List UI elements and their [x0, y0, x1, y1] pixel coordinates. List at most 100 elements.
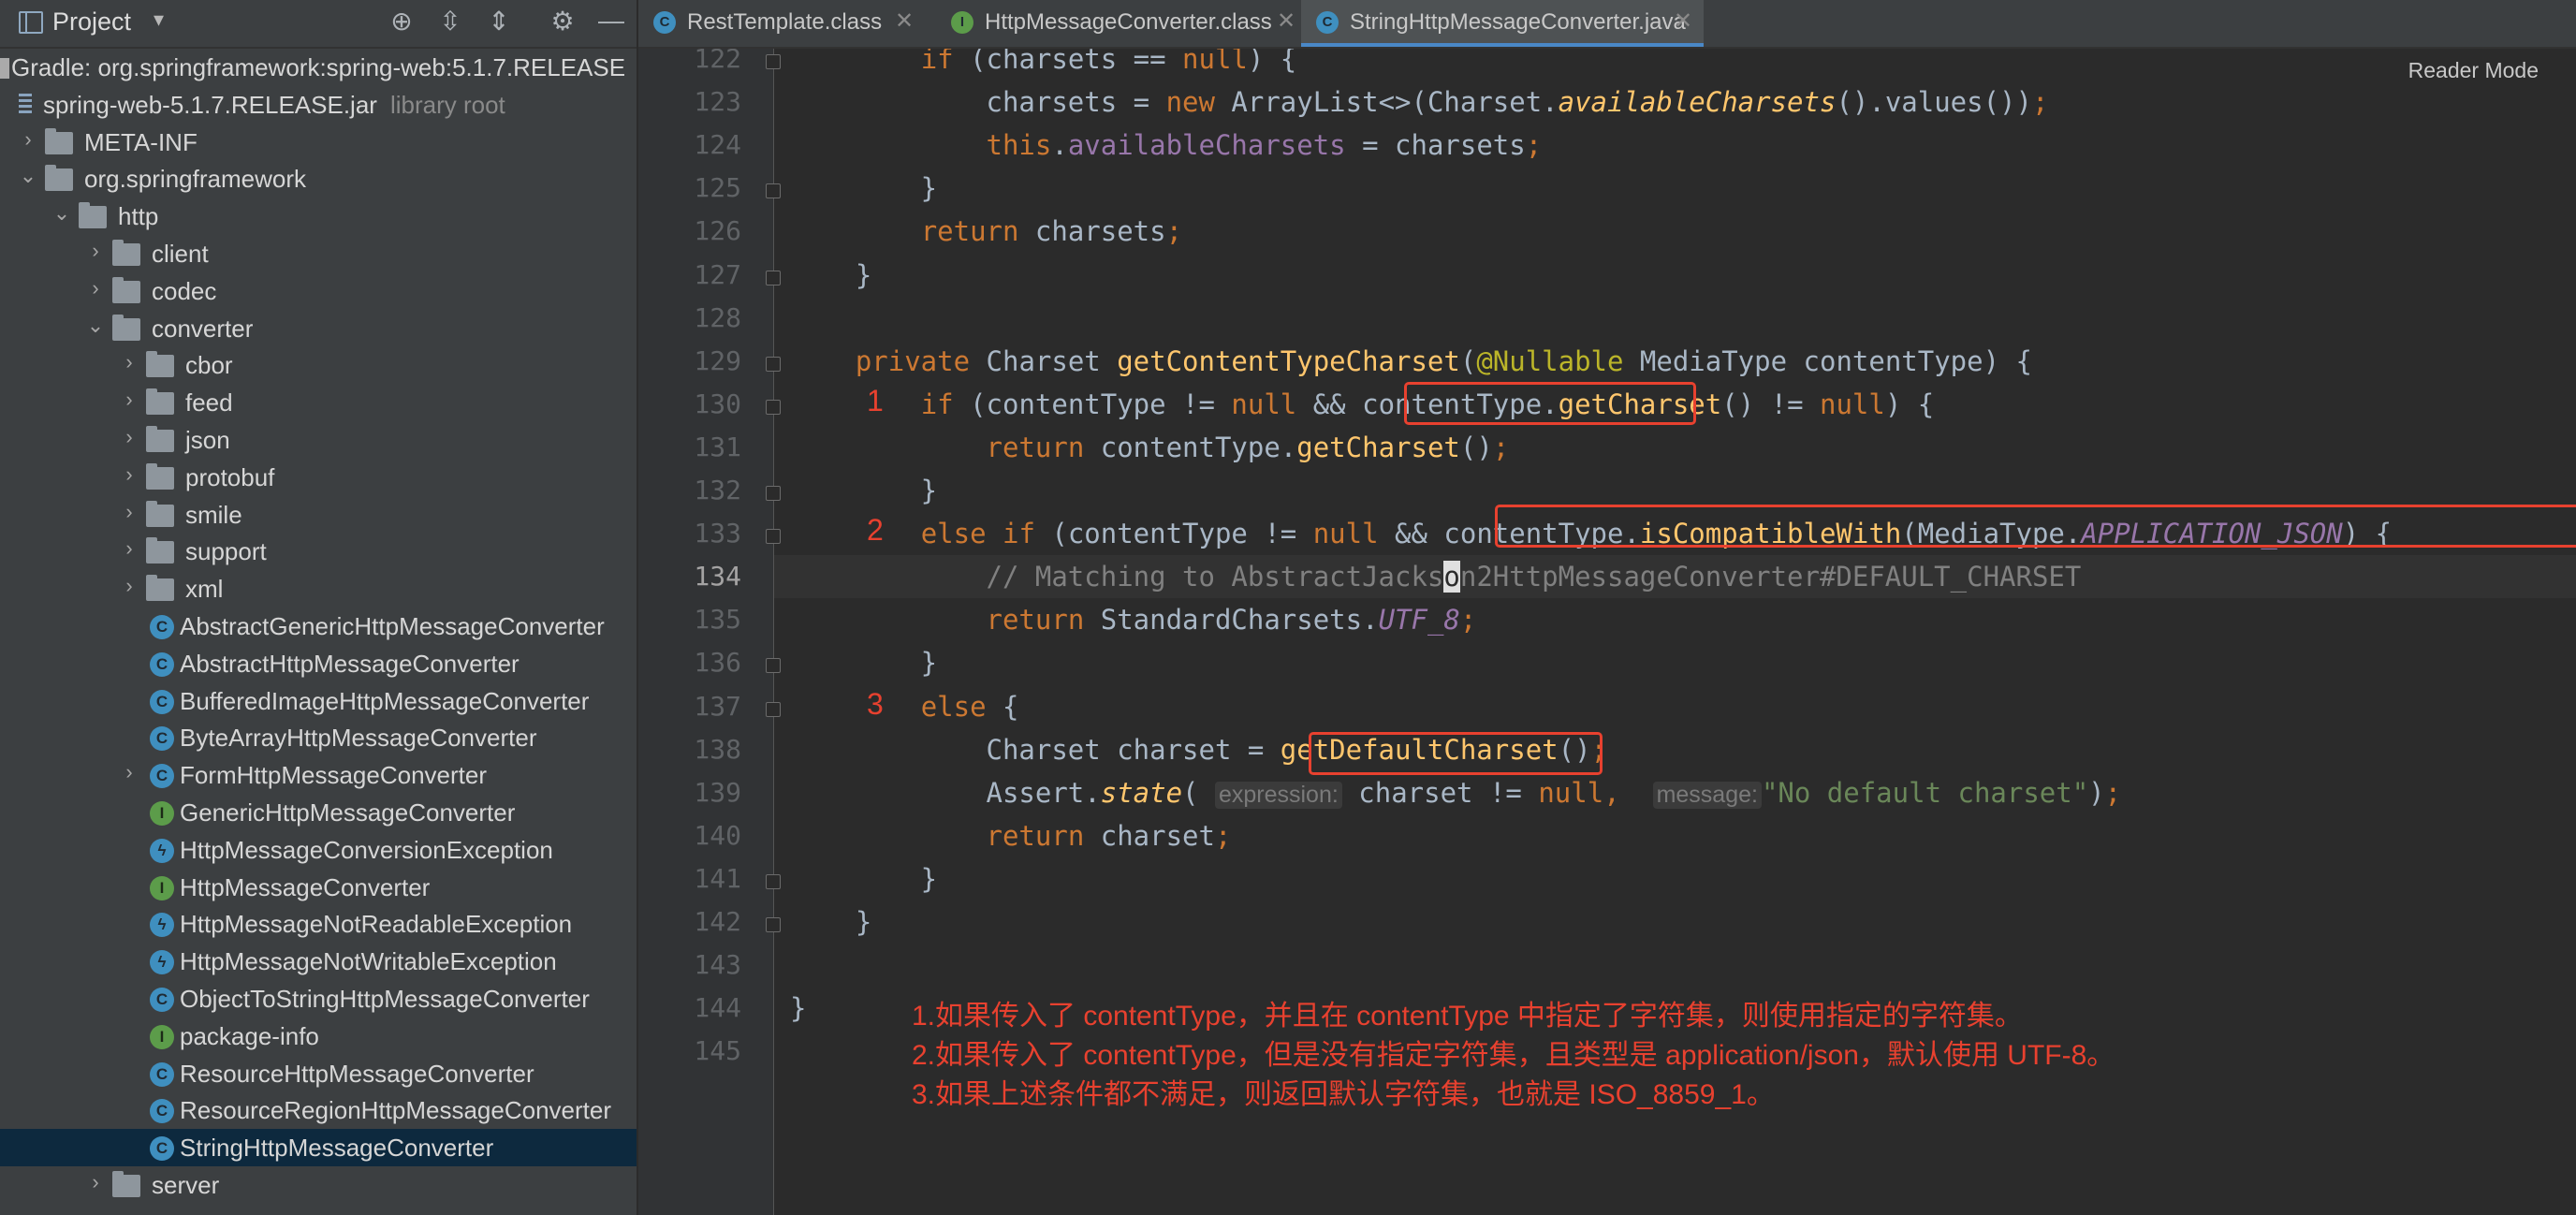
chevron-down-icon[interactable]: ⌄: [17, 164, 39, 188]
tree-item-package-info[interactable]: Ipackage-info: [0, 1017, 637, 1055]
tree-item-formhttpmessageconverter[interactable]: › C FormHttpMessageConverter: [0, 756, 637, 794]
line-number: 133: [694, 518, 741, 549]
reader-mode-button[interactable]: Reader Mode: [2408, 58, 2539, 83]
tree-item-httpmessagenotwritableexception[interactable]: ϟ HttpMessageNotWritableException: [0, 943, 637, 980]
line-number: 131: [694, 431, 741, 462]
note-2: 2.如果传入了 contentType，但是没有指定字符集，且类型是 appli…: [912, 1040, 2115, 1071]
tree-item-xml[interactable]: › xml: [0, 570, 637, 608]
project-title[interactable]: Project: [52, 7, 131, 37]
folder-icon: [146, 537, 174, 564]
fold-marker-icon[interactable]: [766, 183, 781, 199]
tree-item-label: Gradle: org.springframework:spring-web:5…: [11, 53, 626, 81]
chevron-down-icon[interactable]: ⌄: [84, 314, 107, 338]
gear-icon[interactable]: ⚙: [547, 6, 578, 37]
tree-item-label: client: [152, 240, 209, 268]
tree-item-label: HttpMessageNotWritableException: [180, 947, 557, 976]
tree-item-httpmessageconversionexception[interactable]: ϟ HttpMessageConversionException: [0, 831, 637, 869]
tree-item-resourcehttpmessageconverter[interactable]: C ResourceHttpMessageConverter: [0, 1055, 637, 1092]
tree-item-label: protobuf: [185, 462, 275, 491]
chevron-right-icon[interactable]: ›: [118, 500, 140, 524]
chevron-right-icon[interactable]: ›: [118, 350, 140, 374]
tree-item-meta-inf[interactable]: › META-INF: [0, 124, 637, 161]
tree-item-bufferedimagehttpmessageconverter[interactable]: C BufferedImageHttpMessageConverter: [0, 682, 637, 720]
tree-item-bytearrayhttpmessageconverter[interactable]: C ByteArrayHttpMessageConverter: [0, 719, 637, 756]
chevron-down-icon[interactable]: ⌄: [51, 201, 73, 226]
tree-item-support[interactable]: › support: [0, 533, 637, 570]
tab-label: HttpMessageConverter.class: [985, 9, 1272, 35]
tree-item-client[interactable]: › client: [0, 235, 637, 272]
folder-icon: [146, 462, 174, 490]
fold-marker-icon[interactable]: [766, 873, 781, 889]
fold-marker-icon[interactable]: [766, 917, 781, 932]
tree-item-abstractgenerichttpmessageconverter[interactable]: C AbstractGenericHttpMessageConverter: [0, 608, 637, 645]
tree-item-smile[interactable]: › smile: [0, 496, 637, 534]
expand-all-icon[interactable]: ⇳: [434, 6, 466, 37]
close-icon[interactable]: ✕: [1277, 7, 1295, 35]
tree-item-protobuf[interactable]: › protobuf: [0, 459, 637, 496]
close-icon[interactable]: ✕: [1674, 7, 1692, 35]
tree-item-feed[interactable]: › feed: [0, 384, 637, 421]
tree-item-cbor[interactable]: › cbor: [0, 346, 637, 384]
folder-icon: [112, 1171, 140, 1197]
tree-item-codec[interactable]: › codec: [0, 272, 637, 310]
tree-item-httpmessageconverter[interactable]: I HttpMessageConverter: [0, 869, 637, 906]
tree-item-label: HttpMessageConverter: [180, 872, 431, 901]
tree-item-spring-web-5-1-7-release-jar[interactable]: spring-web-5.1.7.RELEASE.jar library root: [0, 86, 637, 124]
tree-item-generichttpmessageconverter[interactable]: I GenericHttpMessageConverter: [0, 794, 637, 831]
tree-item-stringhttpmessageconverter[interactable]: C StringHttpMessageConverter: [0, 1129, 637, 1167]
line-number: 126: [694, 215, 741, 247]
tree-item-org-springframework[interactable]: ⌄ org.springframework: [0, 160, 637, 198]
fold-marker-icon[interactable]: [766, 356, 781, 372]
tree-item-json[interactable]: › json: [0, 421, 637, 459]
code-line: }: [790, 172, 938, 205]
chevron-right-icon[interactable]: ›: [118, 425, 140, 449]
hide-icon[interactable]: —: [595, 6, 627, 36]
fold-marker-icon[interactable]: [766, 658, 781, 674]
code-line: else {: [920, 690, 1019, 723]
tree-item-label: package-info: [180, 1021, 319, 1050]
tree-item-abstracthttpmessageconverter[interactable]: C AbstractHttpMessageConverter: [0, 645, 637, 682]
tree-item-label: server: [152, 1171, 220, 1199]
class-icon: C: [150, 764, 174, 789]
fold-marker-icon[interactable]: [766, 486, 781, 501]
fold-marker-icon[interactable]: [766, 54, 781, 69]
folder-icon: [79, 202, 107, 229]
highlight-iscompatiblewith: [1495, 505, 2576, 548]
fold-marker-icon[interactable]: [766, 270, 781, 285]
tree-item-resourceregionhttpmessageconverter[interactable]: C ResourceRegionHttpMessageConverter: [0, 1091, 637, 1129]
folder-icon: [146, 388, 174, 416]
tab-stringhttpmessageconverter[interactable]: C StringHttpMessageConverter.java ✕: [1301, 0, 1704, 47]
folder-icon: [146, 500, 174, 527]
fold-marker-icon[interactable]: [766, 399, 781, 415]
close-icon[interactable]: ✕: [895, 7, 914, 35]
chevron-right-icon[interactable]: ›: [118, 536, 140, 561]
interface-icon: I: [150, 875, 174, 900]
collapse-all-icon[interactable]: ⇕: [483, 6, 515, 37]
tree-item-converter[interactable]: ⌄ converter: [0, 310, 637, 347]
line-gutter: 122 123 124 125 126 127 128 129 130 131 132 133 134 1…: [638, 49, 774, 1215]
code-editor[interactable]: 122 123 124 125 126 127 128 129 130 131 132 133 134 1…: [638, 49, 2576, 1215]
tree-item-http[interactable]: ⌄ http: [0, 198, 637, 235]
locate-icon[interactable]: ⊕: [386, 6, 417, 37]
tree-item-gradle-org-springframework-spring-web-5-1-7-release[interactable]: Gradle: org.springframework:spring-web:5…: [0, 49, 637, 86]
chevron-right-icon[interactable]: ›: [84, 239, 107, 263]
fold-marker-icon[interactable]: [766, 701, 781, 717]
chevron-down-icon[interactable]: ▾: [154, 7, 164, 32]
fold-marker-icon[interactable]: [766, 529, 781, 545]
tree-item-httpmessagenotreadableexception[interactable]: ϟ HttpMessageNotReadableException: [0, 905, 637, 943]
chevron-right-icon[interactable]: ›: [118, 760, 140, 784]
chevron-right-icon[interactable]: ›: [17, 127, 39, 152]
folder-icon: [45, 127, 73, 154]
chevron-right-icon[interactable]: ›: [118, 462, 140, 487]
tree-item-hint: library root: [389, 90, 505, 119]
chevron-right-icon[interactable]: ›: [84, 276, 107, 300]
tree-item-objecttostringhttpmessageconverter[interactable]: C ObjectToStringHttpMessageConverter: [0, 980, 637, 1017]
code-line: }: [790, 862, 938, 895]
tab-resttemplate[interactable]: C RestTemplate.class ✕: [638, 0, 919, 47]
line-number: 125: [694, 172, 741, 204]
tree-item-server[interactable]: › server: [0, 1166, 637, 1204]
chevron-right-icon[interactable]: ›: [84, 1170, 107, 1194]
tab-httpmessageconverter[interactable]: I HttpMessageConverter.class ✕: [936, 0, 1310, 47]
chevron-right-icon[interactable]: ›: [118, 388, 140, 412]
chevron-right-icon[interactable]: ›: [118, 574, 140, 598]
